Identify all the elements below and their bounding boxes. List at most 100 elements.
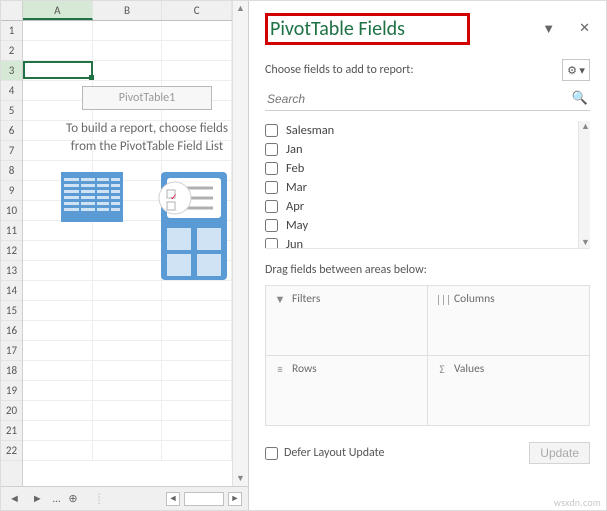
area-columns[interactable]: |||Columns — [428, 286, 590, 356]
pane-menu-dropdown-icon[interactable]: ▼ — [542, 21, 555, 37]
cell[interactable] — [93, 421, 163, 441]
field-item[interactable]: Mar — [265, 178, 590, 197]
cell[interactable] — [93, 61, 163, 81]
gear-icon[interactable]: ⚙ ▾ — [562, 59, 590, 81]
column-header[interactable]: A — [23, 1, 93, 20]
field-checkbox[interactable] — [265, 219, 278, 232]
field-checkbox[interactable] — [265, 162, 278, 175]
column-header[interactable]: C — [162, 1, 232, 20]
cell[interactable] — [93, 361, 163, 381]
cell[interactable] — [93, 441, 163, 461]
row-header[interactable]: 3 — [1, 61, 22, 81]
field-item[interactable]: Jun — [265, 235, 590, 249]
cell[interactable] — [93, 341, 163, 361]
row-header[interactable]: 4 — [1, 81, 22, 101]
cell[interactable] — [162, 281, 232, 301]
cell[interactable] — [23, 401, 93, 421]
column-header[interactable]: B — [93, 1, 163, 20]
field-item[interactable]: Apr — [265, 197, 590, 216]
cell[interactable] — [23, 21, 93, 41]
field-checkbox[interactable] — [265, 143, 278, 156]
vertical-scrollbar[interactable]: ▲▼ — [232, 1, 248, 486]
field-list-scrollbar[interactable]: ▲▼ — [578, 121, 590, 248]
row-header[interactable]: 16 — [1, 321, 22, 341]
row-header[interactable]: 20 — [1, 401, 22, 421]
tab-ellipsis[interactable]: … — [53, 492, 61, 505]
field-checkbox[interactable] — [265, 181, 278, 194]
field-item[interactable]: May — [265, 216, 590, 235]
row-header[interactable]: 9 — [1, 181, 22, 201]
field-item[interactable]: Jan — [265, 140, 590, 159]
row-header[interactable]: 13 — [1, 261, 22, 281]
search-input[interactable] — [267, 92, 572, 106]
tab-nav-next-icon[interactable]: ► — [30, 492, 45, 505]
row-header[interactable]: 8 — [1, 161, 22, 181]
cell[interactable] — [162, 421, 232, 441]
cell[interactable] — [162, 321, 232, 341]
hscroll-left-icon[interactable]: ◄ — [166, 492, 180, 506]
area-values-label: Values — [454, 362, 484, 376]
field-item[interactable]: Feb — [265, 159, 590, 178]
hscroll-right-icon[interactable]: ► — [228, 492, 242, 506]
cell[interactable] — [23, 61, 93, 81]
row-header[interactable]: 1 — [1, 21, 22, 41]
cell[interactable] — [93, 41, 163, 61]
cell[interactable] — [162, 61, 232, 81]
row-header[interactable]: 12 — [1, 241, 22, 261]
row-header[interactable]: 21 — [1, 421, 22, 441]
cell[interactable] — [162, 301, 232, 321]
area-filters[interactable]: ▼Filters — [266, 286, 428, 356]
row-header[interactable]: 14 — [1, 281, 22, 301]
cell[interactable] — [93, 301, 163, 321]
cell[interactable] — [23, 421, 93, 441]
row-header[interactable]: 19 — [1, 381, 22, 401]
cell-grid[interactable]: PivotTable1 To build a report, choose fi… — [23, 21, 232, 461]
column-headers[interactable]: ABC — [23, 1, 232, 21]
cell[interactable] — [23, 361, 93, 381]
row-header[interactable]: 7 — [1, 141, 22, 161]
cell[interactable] — [93, 321, 163, 341]
cell[interactable] — [162, 361, 232, 381]
field-checkbox[interactable] — [265, 200, 278, 213]
cell[interactable] — [23, 281, 93, 301]
row-header[interactable]: 15 — [1, 301, 22, 321]
defer-update-control[interactable]: Defer Layout Update — [265, 446, 385, 460]
cell[interactable] — [93, 401, 163, 421]
cell[interactable] — [162, 441, 232, 461]
cell[interactable] — [23, 441, 93, 461]
close-icon[interactable]: ✕ — [579, 21, 590, 37]
new-sheet-button[interactable]: ⊕ — [68, 492, 77, 505]
row-header[interactable]: 6 — [1, 121, 22, 141]
cell[interactable] — [162, 341, 232, 361]
row-header[interactable]: 22 — [1, 441, 22, 461]
cell[interactable] — [93, 21, 163, 41]
cell[interactable] — [162, 381, 232, 401]
field-item[interactable]: Salesman — [265, 121, 590, 140]
tab-nav-prev-icon[interactable]: ◄ — [7, 492, 22, 505]
cell[interactable] — [162, 41, 232, 61]
field-checkbox[interactable] — [265, 238, 278, 249]
row-header[interactable]: 2 — [1, 41, 22, 61]
cell[interactable] — [162, 21, 232, 41]
area-rows[interactable]: ≡Rows — [266, 356, 428, 426]
row-header[interactable]: 18 — [1, 361, 22, 381]
row-headers[interactable]: 12345678910111213141516171819202122 — [1, 1, 23, 486]
cell[interactable] — [23, 381, 93, 401]
search-icon[interactable]: 🔍 — [572, 91, 588, 106]
row-header[interactable]: 11 — [1, 221, 22, 241]
cell[interactable] — [162, 401, 232, 421]
row-header[interactable]: 10 — [1, 201, 22, 221]
row-header[interactable]: 17 — [1, 341, 22, 361]
row-header[interactable]: 5 — [1, 101, 22, 121]
cell[interactable] — [23, 41, 93, 61]
field-checkbox[interactable] — [265, 124, 278, 137]
cell[interactable] — [23, 341, 93, 361]
cell[interactable] — [23, 301, 93, 321]
update-button[interactable]: Update — [529, 442, 590, 464]
area-values[interactable]: ΣValues — [428, 356, 590, 426]
defer-update-checkbox[interactable] — [265, 447, 278, 460]
cell[interactable] — [93, 281, 163, 301]
hscroll-track[interactable] — [184, 492, 224, 506]
cell[interactable] — [23, 321, 93, 341]
cell[interactable] — [93, 381, 163, 401]
